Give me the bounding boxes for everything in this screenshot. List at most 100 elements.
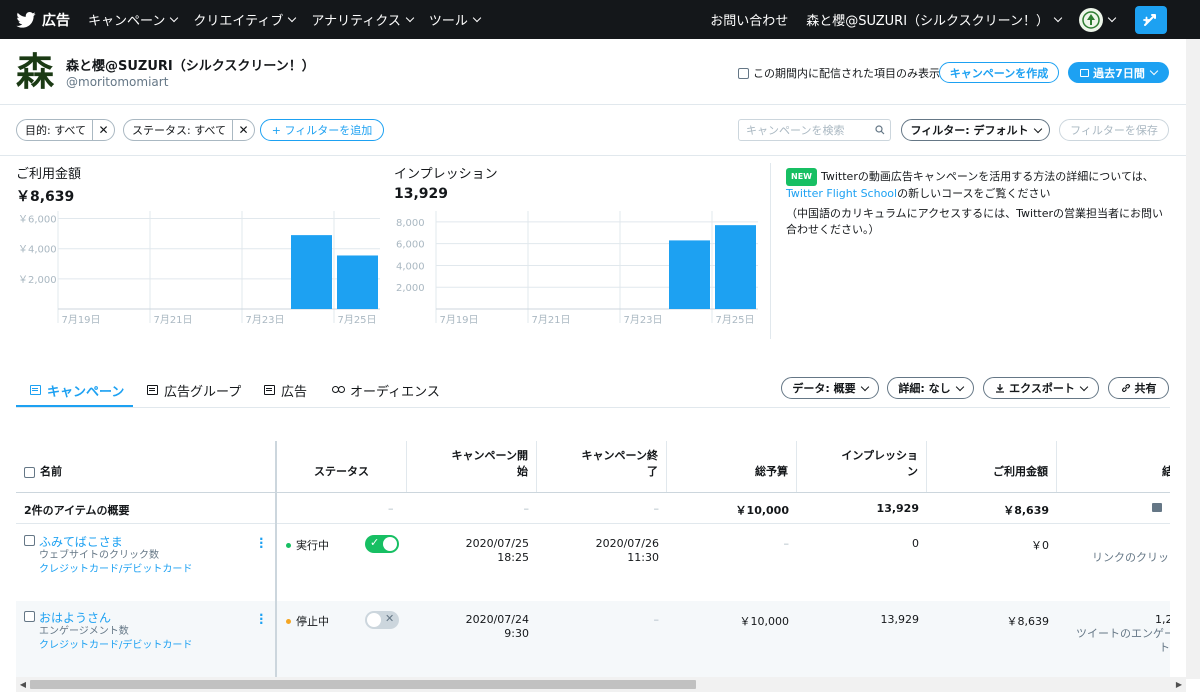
add-filter-button[interactable]: + フィルターを追加: [260, 119, 384, 141]
vertical-scrollbar[interactable]: [1186, 39, 1200, 679]
col-start[interactable]: キャンペーン開始: [407, 441, 537, 492]
table-row: おはようさん エンゲージメント数 クレジットカード/デビットカード · · · 停止…: [16, 601, 1170, 677]
bar[interactable]: [715, 225, 756, 309]
period-filter-checkbox[interactable]: この期間内に配信された項目のみ表示: [738, 65, 940, 81]
name-column-divider: [275, 441, 277, 677]
y-tick-label: 4,000: [396, 261, 425, 272]
campaign-name-link[interactable]: ふみてばこさま: [39, 533, 123, 550]
col-name[interactable]: 名前: [16, 441, 277, 492]
nav-right: お問い合わせ 森と櫻@SUZURI（シルクスクリーン！）: [710, 0, 1200, 39]
chevron-down-icon: [1107, 13, 1117, 23]
col-impressions[interactable]: インプレッション: [797, 441, 927, 492]
campaign-name[interactable]: おはようさん: [39, 611, 111, 625]
brand[interactable]: 広告: [16, 10, 70, 30]
status-label: 実行中: [296, 539, 329, 552]
nav-creatives[interactable]: クリエイティブ: [193, 10, 297, 29]
date-range-button[interactable]: 過去7日間: [1068, 62, 1169, 83]
share-button[interactable]: 共有: [1108, 377, 1169, 399]
x-tick-label: 7月21日: [153, 314, 192, 326]
tree-logo-icon: [1082, 10, 1100, 29]
data-view-dropdown[interactable]: データ: 概要: [781, 377, 879, 399]
impressions-label: インプレッション: [394, 167, 498, 182]
start-time: 18:25: [497, 551, 529, 564]
row-checkbox[interactable]: [24, 535, 35, 546]
scroll-left-arrow[interactable]: ◀: [16, 677, 30, 692]
close-icon[interactable]: ✕: [232, 120, 254, 140]
more-options-icon[interactable]: · · ·: [259, 609, 264, 629]
col-spend[interactable]: ご利用金額: [927, 441, 1057, 492]
close-icon[interactable]: ✕: [92, 120, 114, 140]
chevron-down-icon: [860, 382, 869, 391]
campaign-objective: エンゲージメント数: [39, 626, 129, 637]
col-results-label: 結: [1162, 465, 1170, 478]
account-switcher[interactable]: 森と櫻@SUZURI（シルクスクリーン！）: [806, 10, 1063, 29]
campaign-toggle[interactable]: ✓: [365, 535, 399, 553]
audience-icon: [332, 385, 346, 395]
compose-tweet-button[interactable]: [1135, 5, 1167, 34]
nav-tools[interactable]: ツール: [429, 10, 482, 29]
tab-ad-groups[interactable]: 広告グループ: [147, 378, 241, 402]
chevron-down-icon: [1079, 382, 1089, 391]
end-date: –: [653, 613, 660, 626]
detail-dropdown[interactable]: 詳細: なし: [887, 377, 974, 399]
scrollbar-thumb[interactable]: [30, 680, 696, 689]
save-filter-button[interactable]: フィルターを保存: [1059, 119, 1169, 141]
bar[interactable]: [291, 235, 332, 309]
status-indicator: 実行中: [286, 537, 329, 553]
tab-audiences-label: オーディエンス: [350, 384, 440, 400]
result-value: 1,2: [1155, 613, 1170, 626]
ad-icon: [264, 385, 275, 395]
status-dot: [286, 619, 291, 624]
objective-filter-chip[interactable]: 目的: すべて ✕: [16, 119, 115, 141]
select-all-checkbox[interactable]: [24, 467, 35, 478]
bar[interactable]: [669, 240, 710, 309]
more-options-icon[interactable]: · · ·: [259, 533, 264, 553]
chevron-down-icon: [405, 13, 415, 23]
campaign-search-input[interactable]: キャンペーンを検索: [738, 119, 891, 141]
search-icon: [875, 125, 885, 135]
col-budget[interactable]: 総予算: [667, 441, 797, 492]
horizontal-scrollbar[interactable]: ◀ ▶: [16, 677, 1186, 692]
impressions-chart: 2,000 4,000 6,000 8,000 7月19日 7月21日 7月23日 7月25日: [396, 211, 758, 326]
table-header: 名前 ステータス キャンペーン開始 キャンペーン終了 総予算 インプレッション …: [16, 441, 1170, 493]
tab-ads[interactable]: 広告: [264, 378, 307, 402]
campaign-table: 名前 ステータス キャンペーン開始 キャンペーン終了 総予算 インプレッション …: [16, 441, 1170, 677]
filter-preset-label: フィルター: デフォルト: [910, 124, 1029, 137]
active-tab-indicator: [16, 405, 133, 407]
status-filter-chip[interactable]: ステータス: すべて ✕: [123, 119, 255, 141]
x-tick-label: 7月23日: [623, 314, 662, 326]
start-date: 2020/07/25: [465, 537, 529, 550]
export-dropdown[interactable]: エクスポート: [983, 377, 1099, 399]
campaign-toggle[interactable]: ✕: [365, 611, 399, 629]
row-checkbox[interactable]: [24, 611, 35, 622]
scroll-right-arrow[interactable]: ▶: [1172, 677, 1186, 692]
campaign-name[interactable]: ふみてばこさま: [39, 535, 123, 549]
tab-campaigns[interactable]: キャンペーン: [30, 378, 124, 402]
col-end[interactable]: キャンペーン終了: [537, 441, 667, 492]
compose-icon: [1143, 13, 1156, 26]
date-range-label: 過去7日間: [1093, 66, 1145, 80]
filter-preset-dropdown[interactable]: フィルター: デフォルト: [901, 119, 1050, 141]
payment-method-link[interactable]: クレジットカード/デビットカード: [39, 639, 192, 653]
checkbox-icon[interactable]: [738, 67, 749, 79]
y-tick-label: 6,000: [396, 240, 425, 251]
col-status[interactable]: ステータス: [277, 441, 407, 492]
col-results[interactable]: 結: [1057, 441, 1170, 492]
payment-method-link[interactable]: クレジットカード/デビットカード: [39, 563, 192, 577]
bar[interactable]: [337, 255, 378, 309]
end-datetime: 2020/07/26 11:30: [567, 537, 659, 565]
campaign-objective: ウェブサイトのクリック数: [39, 550, 159, 561]
nav-analytics[interactable]: アナリティクス: [311, 10, 415, 29]
flight-school-link[interactable]: Twitter Flight School: [786, 187, 897, 200]
nav-campaigns[interactable]: キャンペーン: [88, 10, 179, 29]
summary-status: –: [388, 502, 394, 515]
chevron-down-icon: [1033, 124, 1042, 133]
tab-audiences[interactable]: オーディエンス: [332, 378, 440, 402]
create-campaign-button[interactable]: キャンペーンを作成: [939, 62, 1059, 83]
campaign-name-link[interactable]: おはようさん: [39, 609, 111, 626]
chevron-down-icon: [1053, 13, 1063, 23]
contact-link[interactable]: お問い合わせ: [710, 10, 788, 29]
search-placeholder: キャンペーンを検索: [746, 124, 845, 137]
summary-start: –: [523, 502, 530, 515]
user-menu[interactable]: [1079, 7, 1117, 32]
